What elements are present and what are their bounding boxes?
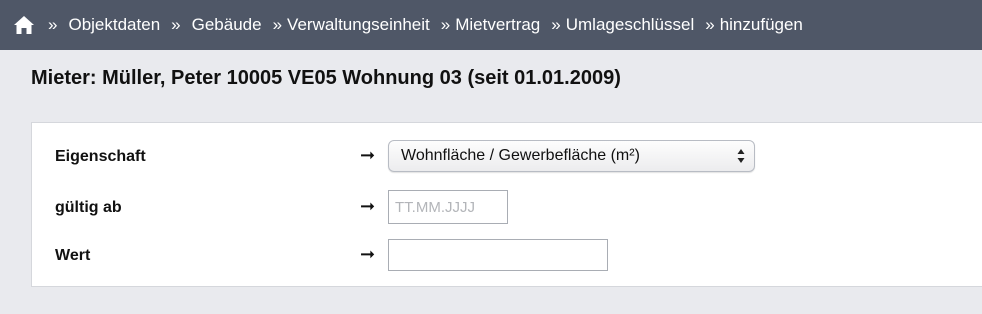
wert-label: Wert bbox=[55, 247, 91, 264]
breadcrumb-separator: » bbox=[272, 15, 283, 34]
form-panel: Eigenschaft ➞ Wohnfläche / Gewerbefläche… bbox=[31, 122, 982, 287]
home-icon[interactable] bbox=[13, 15, 35, 35]
arrow-right-icon: ➞ bbox=[360, 196, 376, 216]
wert-input[interactable] bbox=[388, 239, 608, 271]
breadcrumb-separator: » bbox=[705, 15, 715, 34]
breadcrumb-hinzufuegen[interactable]: hinzufügen bbox=[720, 15, 803, 35]
breadcrumb-separator: » bbox=[48, 15, 58, 34]
breadcrumb: » Objektdaten » Gebäude » Verwaltungsein… bbox=[0, 0, 982, 50]
breadcrumb-gebaeude[interactable]: Gebäude bbox=[192, 15, 262, 35]
form-row-eigenschaft: Eigenschaft ➞ Wohnfläche / Gewerbefläche… bbox=[32, 140, 982, 180]
breadcrumb-umlageschluessel[interactable]: Umlageschlüssel bbox=[566, 15, 695, 35]
breadcrumb-objektdaten[interactable]: Objektdaten bbox=[68, 15, 160, 35]
eigenschaft-label: Eigenschaft bbox=[55, 148, 146, 165]
form-row-gueltig-ab: gültig ab ➞ bbox=[32, 190, 982, 230]
gueltig-ab-date-input[interactable] bbox=[388, 190, 508, 224]
arrow-right-icon: ➞ bbox=[360, 244, 376, 264]
form-row-wert: Wert ➞ bbox=[32, 239, 982, 279]
eigenschaft-selected-value: Wohnfläche / Gewerbefläche (m²) bbox=[401, 147, 640, 164]
eigenschaft-select[interactable]: Wohnfläche / Gewerbefläche (m²) bbox=[388, 140, 755, 172]
gueltig-ab-label: gültig ab bbox=[55, 199, 122, 216]
arrow-right-icon: ➞ bbox=[360, 145, 376, 165]
breadcrumb-verwaltungseinheit[interactable]: Verwaltungseinheit bbox=[287, 15, 430, 35]
breadcrumb-separator: » bbox=[440, 15, 451, 34]
page-title: Mieter: Müller, Peter 10005 VE05 Wohnung… bbox=[31, 67, 621, 89]
select-caret-icon bbox=[737, 149, 745, 163]
breadcrumb-separator: » bbox=[171, 15, 181, 34]
breadcrumb-mietvertrag[interactable]: Mietvertrag bbox=[455, 15, 540, 35]
breadcrumb-separator: » bbox=[551, 15, 561, 34]
